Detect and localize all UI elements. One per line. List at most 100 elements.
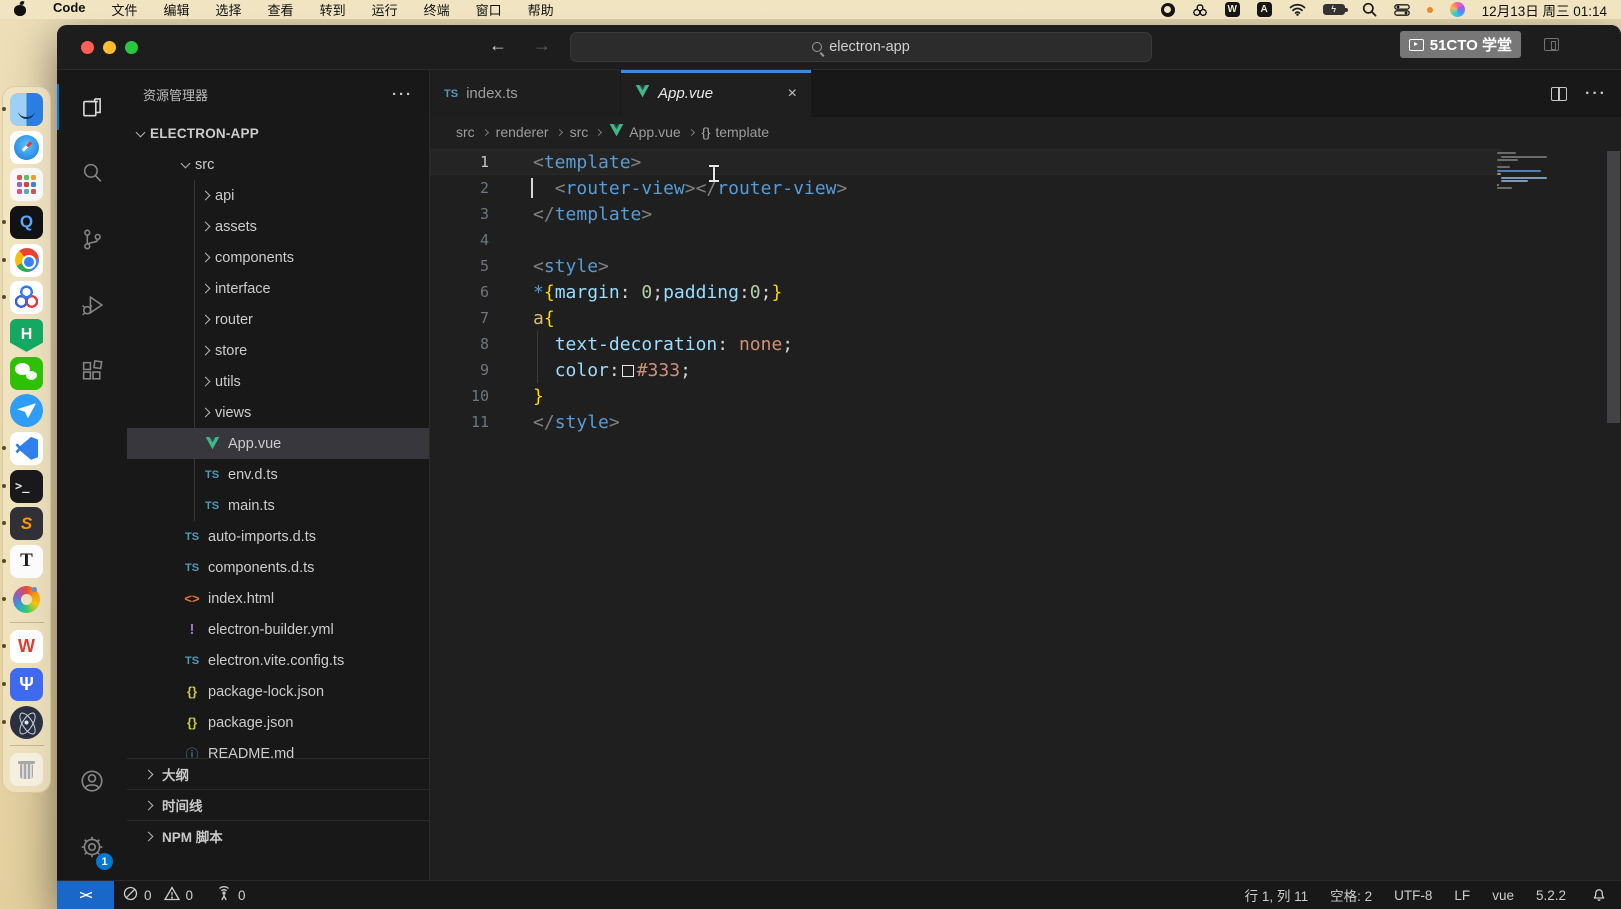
tree-item-package-json[interactable]: {}package.json xyxy=(127,707,429,738)
breadcrumb-item[interactable]: renderer xyxy=(496,124,549,140)
code-line-1[interactable]: 1<template> xyxy=(430,149,1501,175)
command-center-search[interactable]: electron-app xyxy=(570,32,1152,62)
breadcrumbs[interactable]: src renderer src App.vue {}template xyxy=(430,117,1621,147)
activity-search-icon[interactable] xyxy=(57,140,127,206)
tree-item-utils[interactable]: utils xyxy=(127,366,429,397)
dock-item-chrome[interactable] xyxy=(7,243,47,278)
status-encoding[interactable]: UTF-8 xyxy=(1383,888,1443,903)
tree-item-assets[interactable]: assets xyxy=(127,211,429,242)
dock-item-terminal[interactable]: >_ xyxy=(7,469,47,504)
menu-item-6[interactable]: 运行 xyxy=(372,0,398,19)
dock-item-finder[interactable] xyxy=(7,92,47,127)
dock-item-wechat[interactable] xyxy=(7,356,47,391)
ports-indicator[interactable]: 0 xyxy=(202,881,255,909)
activity-scm-icon[interactable] xyxy=(57,206,127,272)
tree-item-src[interactable]: src xyxy=(127,149,429,180)
dock-item-vscode[interactable] xyxy=(7,431,47,466)
bell-icon[interactable] xyxy=(1577,886,1621,905)
dock-item-dingtalk[interactable] xyxy=(7,393,47,428)
tree-item-api[interactable]: api xyxy=(127,180,429,211)
status-indentation[interactable]: 空格: 2 xyxy=(1319,885,1383,905)
tree-item-package-lock-json[interactable]: {}package-lock.json xyxy=(127,676,429,707)
breadcrumb-item[interactable]: {}template xyxy=(702,124,769,140)
code-line-8[interactable]: 8 text-decoration: none; xyxy=(430,331,1621,357)
activity-settings-icon[interactable]: 1 xyxy=(57,814,127,880)
dock-item-wps[interactable]: W xyxy=(7,629,47,664)
status-eol[interactable]: LF xyxy=(1443,888,1481,903)
customize-layout-icon[interactable] xyxy=(1544,38,1559,51)
breadcrumb-item[interactable]: src xyxy=(456,124,475,140)
explorer-more-actions-button[interactable]: ··· xyxy=(392,86,413,103)
tab-app-vue[interactable]: App.vue× xyxy=(621,70,811,117)
activity-explorer-icon[interactable] xyxy=(57,74,127,140)
code-line-7[interactable]: 7a{ xyxy=(430,305,1621,331)
tree-item-auto-imports-d-ts[interactable]: TSauto-imports.d.ts xyxy=(127,521,429,552)
tree-item-electron-vite-config-ts[interactable]: TSelectron.vite.config.ts xyxy=(127,645,429,676)
tree-item-components-d-ts[interactable]: TScomponents.d.ts xyxy=(127,552,429,583)
control-center-icon[interactable] xyxy=(1394,4,1410,16)
tree-item-index-html[interactable]: <>index.html xyxy=(127,583,429,614)
dock-item-quicktime[interactable]: Q xyxy=(7,205,47,240)
sidebar-panel-时间线[interactable]: 时间线 xyxy=(127,789,429,820)
code-line-6[interactable]: 6*{margin: 0;padding:0;} xyxy=(430,279,1621,305)
status-cursor-position[interactable]: 行 1, 列 11 xyxy=(1234,885,1320,905)
siri-icon[interactable] xyxy=(1450,2,1465,17)
tree-item-interface[interactable]: interface xyxy=(127,273,429,304)
dock-item-hbuilder[interactable]: H xyxy=(7,318,47,353)
wifi-icon[interactable] xyxy=(1289,3,1306,16)
code-editor[interactable]: 1<template>2 <router-view></router-view>… xyxy=(430,147,1621,880)
traffic-light-close-button[interactable] xyxy=(81,41,94,54)
tree-item-router[interactable]: router xyxy=(127,304,429,335)
menu-item-7[interactable]: 终端 xyxy=(424,0,450,19)
tree-item-readme-md[interactable]: ⓘREADME.md xyxy=(127,738,429,758)
dock-item-electron[interactable] xyxy=(7,705,47,740)
activity-debug-icon[interactable] xyxy=(57,272,127,338)
app-a-menu-icon[interactable]: A xyxy=(1257,2,1272,17)
dock-item-thunder[interactable] xyxy=(7,280,47,315)
dock-item-launchpad[interactable] xyxy=(7,167,47,202)
tree-item-store[interactable]: store xyxy=(127,335,429,366)
sidebar-panel-NPM 脚本[interactable]: NPM 脚本 xyxy=(127,820,429,851)
breadcrumb-item[interactable]: App.vue xyxy=(609,124,680,140)
tree-item-app-vue[interactable]: App.vue xyxy=(127,428,429,459)
traffic-light-minimize-button[interactable] xyxy=(103,41,116,54)
menu-item-8[interactable]: 窗口 xyxy=(476,0,502,19)
navigate-forward-button[interactable]: → xyxy=(533,35,551,56)
tree-item-views[interactable]: views xyxy=(127,397,429,428)
tree-item-env-d-ts[interactable]: TSenv.d.ts xyxy=(127,459,429,490)
menu-item-1[interactable]: 文件 xyxy=(112,0,138,19)
status-version[interactable]: 5.2.2 xyxy=(1525,888,1577,903)
tree-item-electron-app[interactable]: ELECTRON-APP xyxy=(127,118,429,149)
tree-item-electron-builder-yml[interactable]: !electron-builder.yml xyxy=(127,614,429,645)
menu-item-4[interactable]: 查看 xyxy=(268,0,294,19)
editor-more-actions-icon[interactable]: ··· xyxy=(1585,85,1607,103)
dock-item-safari[interactable] xyxy=(7,130,47,165)
dock-item-trash[interactable] xyxy=(7,752,47,787)
editor-scrollbar[interactable] xyxy=(1607,151,1620,423)
close-icon[interactable]: × xyxy=(788,85,797,103)
minimap[interactable] xyxy=(1497,152,1545,191)
code-line-11[interactable]: 11</style> xyxy=(430,409,1621,435)
breadcrumb-item[interactable]: src xyxy=(570,124,589,140)
navigate-back-button[interactable]: ← xyxy=(489,35,507,56)
tree-item-main-ts[interactable]: TSmain.ts xyxy=(127,490,429,521)
status-language-mode[interactable]: vue xyxy=(1481,888,1525,903)
problems-indicator[interactable]: 0 0 xyxy=(114,881,202,909)
apple-menu-icon[interactable] xyxy=(14,2,27,17)
screen-recording-icon[interactable] xyxy=(1161,3,1175,17)
dock-item-sublime[interactable]: S xyxy=(7,506,47,541)
menu-bar-clock[interactable]: 12月13日 周三 01:14 xyxy=(1482,0,1607,20)
wps-menu-icon[interactable]: W xyxy=(1225,2,1240,17)
activity-extensions-icon[interactable] xyxy=(57,338,127,404)
tree-item-components[interactable]: components xyxy=(127,242,429,273)
menu-item-3[interactable]: 选择 xyxy=(216,0,242,19)
code-line-5[interactable]: 5<style> xyxy=(430,253,1621,279)
spotlight-icon[interactable] xyxy=(1362,2,1377,17)
dock-item-deer[interactable]: Ψ xyxy=(7,667,47,702)
code-line-9[interactable]: 9 color:#333; xyxy=(430,357,1621,383)
menu-item-9[interactable]: 帮助 xyxy=(528,0,554,19)
code-line-10[interactable]: 10} xyxy=(430,383,1621,409)
code-line-4[interactable]: 4 xyxy=(430,227,1621,253)
remote-indicator[interactable]: >< xyxy=(57,881,114,909)
split-editor-icon[interactable] xyxy=(1551,87,1567,101)
